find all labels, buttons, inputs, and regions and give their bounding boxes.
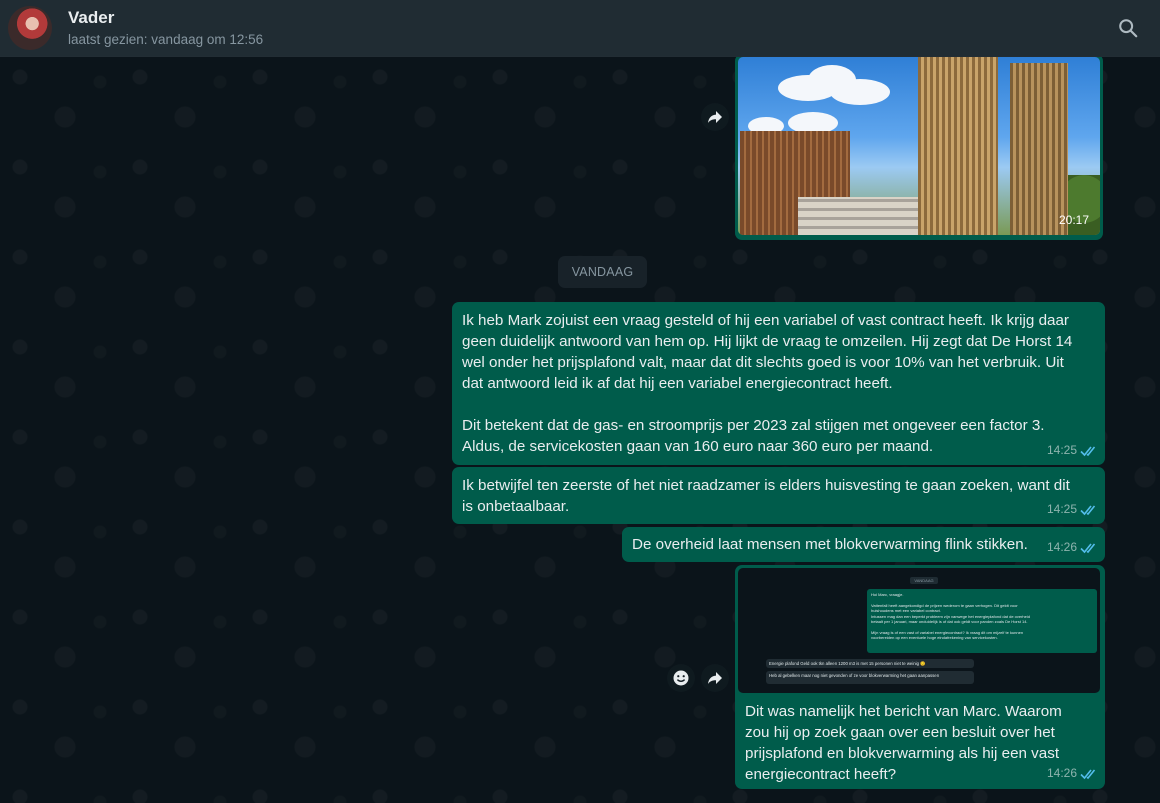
screenshot-incoming-message: Energie plafond Geld ook tkn alleen 1200… [766, 659, 974, 668]
message-time: 14:25 [1046, 443, 1077, 457]
contact-avatar[interactable] [8, 6, 52, 50]
building-photo[interactable]: 20:17 [738, 57, 1100, 235]
read-ticks-icon [1080, 445, 1096, 456]
forward-icon [708, 111, 722, 123]
message-time: 20:17 [1058, 213, 1089, 227]
read-ticks-icon [1080, 542, 1096, 553]
chat-header[interactable]: Vader laatst gezien: vandaag om 12:56 [0, 0, 1160, 57]
message-meta: 14:25 [1047, 440, 1098, 461]
message-time: 14:25 [1046, 502, 1077, 516]
search-button[interactable] [1108, 8, 1148, 48]
forward-icon [708, 672, 722, 684]
contact-info[interactable]: Vader laatst gezien: vandaag om 12:56 [68, 7, 1108, 49]
screenshot-outgoing-message: Hoi Marc, vraagje. Vattenfall heeft aang… [867, 589, 1097, 653]
message-outgoing[interactable]: Ik betwijfel ten zeerste of het niet raa… [452, 467, 1105, 524]
message-text: De overheid laat mensen met blokverwarmi… [632, 536, 1028, 553]
message-outgoing[interactable]: De overheid laat mensen met blokverwarmi… [622, 527, 1105, 562]
react-button[interactable] [667, 664, 695, 692]
read-ticks-icon [1080, 768, 1096, 779]
message-meta: 14:25 [1047, 499, 1098, 520]
message-image-with-caption[interactable]: VANDAAG Hoi Marc, vraagje. Vattenfall he… [735, 565, 1105, 789]
message-meta: 14:26 [1047, 537, 1098, 558]
message-meta: 20:17 [1059, 210, 1092, 231]
message-meta: 14:26 [1047, 763, 1098, 784]
screenshot-image[interactable]: VANDAAG Hoi Marc, vraagje. Vattenfall he… [738, 568, 1100, 693]
contact-name: Vader [68, 8, 115, 27]
message-text: Ik heb Mark zojuist een vraag gesteld of… [462, 312, 1073, 455]
emoji-icon [673, 670, 689, 686]
last-seen-status: laatst gezien: vandaag om 12:56 [68, 32, 264, 47]
message-text: Ik betwijfel ten zeerste of het niet raa… [462, 477, 1070, 515]
read-ticks-icon [1080, 504, 1096, 515]
message-time: 14:26 [1046, 766, 1077, 780]
search-icon [1119, 19, 1138, 38]
screenshot-date-divider: VANDAAG [910, 577, 938, 584]
forward-button[interactable] [701, 664, 729, 692]
message-time: 14:26 [1046, 540, 1077, 554]
forward-button[interactable] [701, 103, 729, 131]
message-outgoing[interactable]: Ik heb Mark zojuist een vraag gesteld of… [452, 302, 1105, 465]
message-image[interactable]: 20:17 [735, 57, 1103, 240]
chat-panel[interactable]: 20:17 VANDAAG Ik heb Mark zojuist een vr… [0, 57, 1160, 803]
screenshot-incoming-message: Heb al gebelken maar nog niet gevonden o… [766, 671, 974, 684]
image-caption: Dit was namelijk het bericht van Marc. W… [745, 703, 1062, 783]
date-divider: VANDAAG [558, 256, 647, 288]
